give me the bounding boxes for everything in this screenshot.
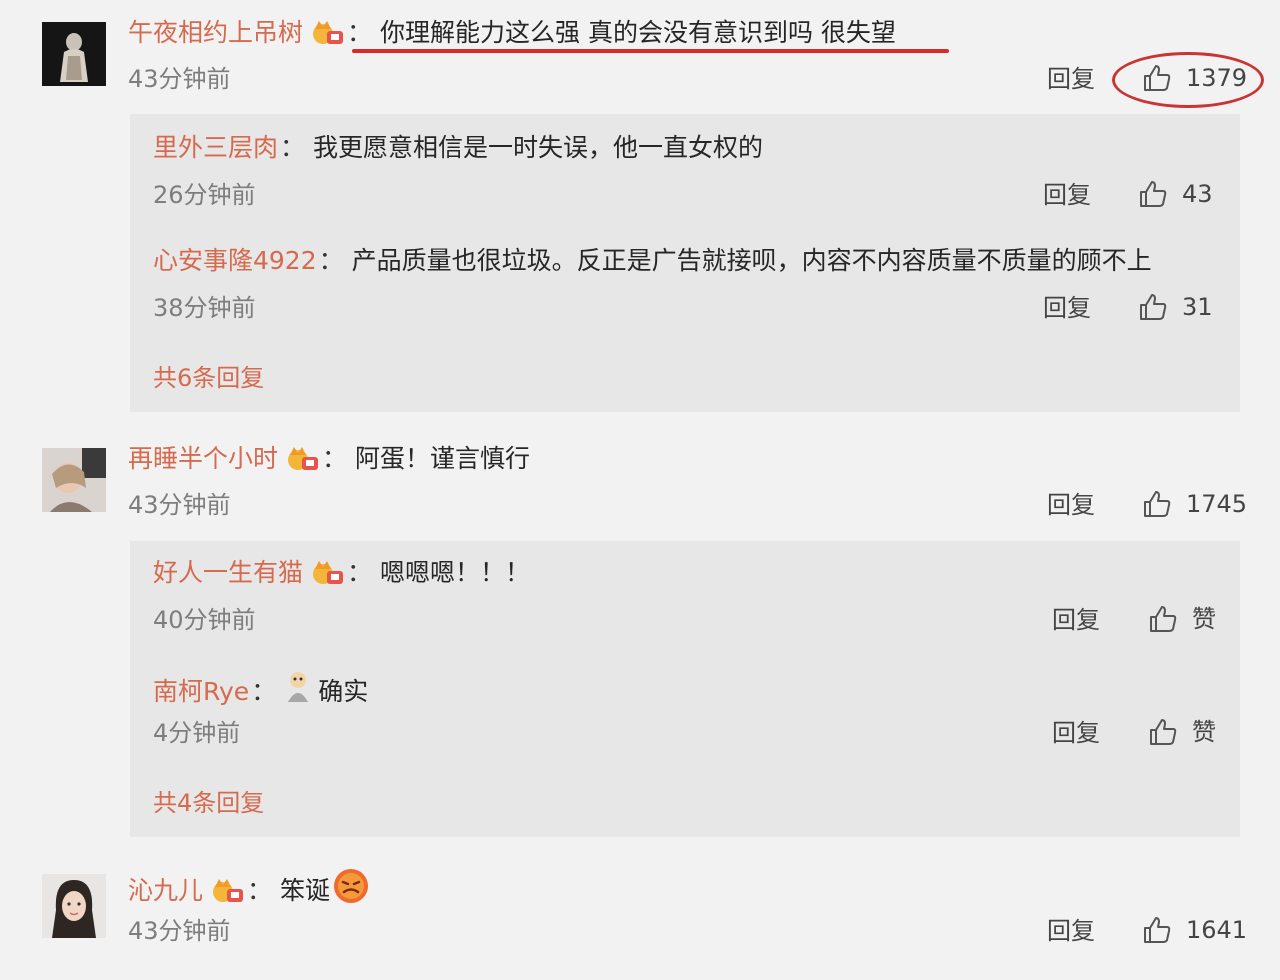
reply-button[interactable]: 回复 [1047,490,1095,520]
reply-text: 确实 [318,676,369,706]
separator: ： [322,444,348,473]
separator: ： [251,676,277,706]
reply-text: 我更愿意相信是一时失误，他一直女权的 [313,133,764,162]
thumbs-up-icon [1144,491,1171,517]
comment-text: 笨诞 [280,875,331,905]
vip-crown-icon [211,877,245,905]
reply-header: 南柯Rye ： 确实 [153,670,368,713]
thumbs-up-icon [1150,719,1177,745]
reply-button[interactable]: 回复 [1043,293,1091,323]
comment-time: 43分钟前 [128,491,231,519]
reply-button[interactable]: 回复 [1047,64,1095,94]
avatar[interactable] [42,448,106,512]
comment-time: 43分钟前 [128,65,231,93]
like-label: 赞 [1192,605,1216,633]
comment-text: 阿蛋！谨言慎行 [355,444,531,473]
reply-button[interactable]: 回复 [1043,180,1091,210]
more-replies-link[interactable]: 共6条回复 [153,363,264,393]
avatar-image [42,22,106,86]
emoji-icon [332,867,370,914]
like-label: 赞 [1192,718,1216,746]
vip-crown-icon [311,559,345,587]
thumbs-up-icon [1150,606,1177,632]
thumbs-up-icon [1140,181,1167,207]
reply-button[interactable]: 回复 [1052,605,1100,635]
reply-button[interactable]: 回复 [1052,718,1100,748]
separator: ： [347,558,373,587]
like-count: 1745 [1186,490,1248,518]
reply-text: 嗯嗯嗯！！！ [380,558,531,587]
comment-header: 沁九儿 ： 笨诞 [128,867,370,914]
highlight-circle [1112,52,1264,108]
username-link[interactable]: 午夜相约上吊树 [128,16,303,50]
like-button[interactable]: 43 [1138,179,1213,209]
like-button[interactable]: 1745 [1142,489,1247,519]
like-button[interactable]: 31 [1138,292,1213,322]
separator: ： [347,18,373,47]
more-replies-link[interactable]: 共4条回复 [153,788,264,818]
emoji-icon [284,670,312,713]
reply-header: 里外三层肉 ： 我更愿意相信是一时失误，他一直女权的 [153,131,763,165]
username-link[interactable]: 再睡半个小时 [128,442,278,476]
reply-header: 好人一生有猫 ： 嗯嗯嗯！！！ [153,556,530,590]
highlight-underline [352,49,949,53]
reply-time: 4分钟前 [153,719,241,747]
reply-username-link[interactable]: 里外三层肉 [153,131,278,165]
reply-username-link[interactable]: 好人一生有猫 [153,556,303,590]
thumbs-up-icon [1140,294,1167,320]
comment-header: 午夜相约上吊树 ： 你理解能力这么强 真的会没有意识到吗 很失望 [128,16,896,50]
reply-time: 40分钟前 [153,606,256,634]
reply-time: 26分钟前 [153,181,256,209]
reply-username-link[interactable]: 南柯Rye [153,675,249,709]
comment-header: 再睡半个小时 ： 阿蛋！谨言慎行 [128,442,530,476]
comment-text: 你理解能力这么强 真的会没有意识到吗 很失望 [380,18,896,47]
vip-crown-icon [286,445,320,473]
thumbs-up-icon [1144,917,1171,943]
reply-header: 心安事隆4922 ： 产品质量也很垃圾。反正是广告就接呗，内容不内容质量不质量的… [153,244,1152,278]
vip-crown-icon [311,19,345,47]
reply-time: 38分钟前 [153,294,256,322]
like-button[interactable]: 赞 [1148,717,1216,747]
comment-time: 43分钟前 [128,917,231,945]
reply-box: 好人一生有猫 ： 嗯嗯嗯！！！ 40分钟前 回复 赞 南柯Rye ： 确实 4分… [130,541,1240,837]
separator: ： [318,246,344,275]
separator: ： [247,875,273,905]
like-button[interactable]: 1641 [1142,915,1247,945]
reply-button[interactable]: 回复 [1047,916,1095,946]
like-count: 1641 [1186,916,1248,944]
reply-username-link[interactable]: 心安事隆4922 [153,244,317,278]
like-count: 43 [1182,180,1213,208]
username-link[interactable]: 沁九儿 [128,874,203,908]
separator: ： [280,133,306,162]
avatar-image [42,448,106,512]
avatar[interactable] [42,874,106,938]
reply-box: 里外三层肉 ： 我更愿意相信是一时失误，他一直女权的 26分钟前 回复 43 心… [130,114,1240,412]
avatar[interactable] [42,22,106,86]
like-button[interactable]: 赞 [1148,604,1216,634]
like-count: 31 [1182,293,1213,321]
avatar-image [42,874,106,938]
reply-text: 产品质量也很垃圾。反正是广告就接呗，内容不内容质量不质量的顾不上 [351,246,1152,275]
